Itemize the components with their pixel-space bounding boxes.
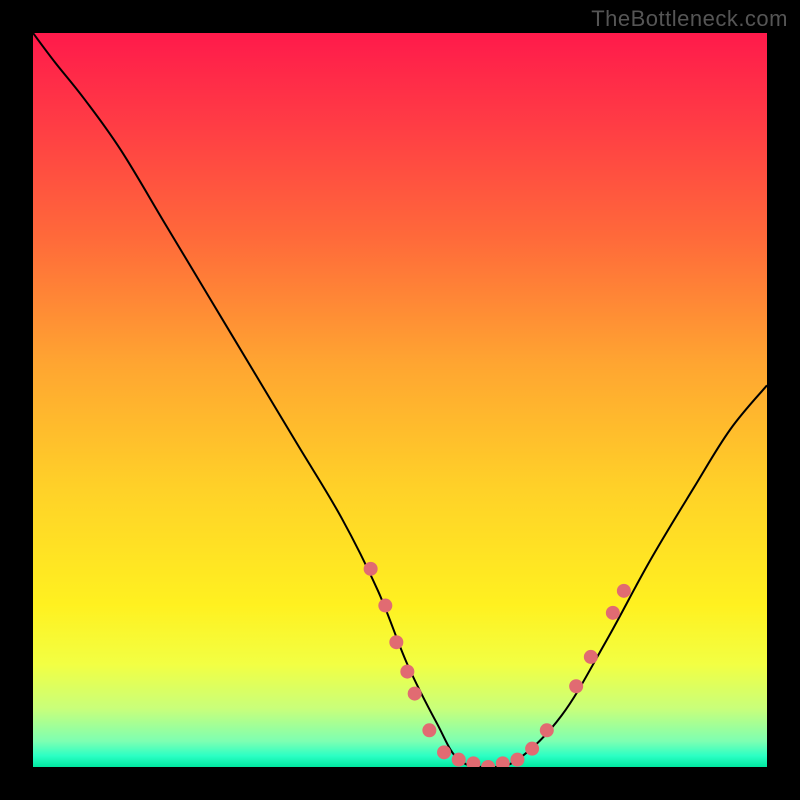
highlight-dot	[378, 599, 392, 613]
highlight-dot	[389, 635, 403, 649]
highlight-dot	[408, 687, 422, 701]
highlight-dot	[540, 723, 554, 737]
highlight-dot	[617, 584, 631, 598]
highlight-dot	[496, 756, 510, 767]
watermark-text: TheBottleneck.com	[591, 6, 788, 32]
highlight-dot	[422, 723, 436, 737]
highlight-dot	[606, 606, 620, 620]
highlight-dot	[525, 742, 539, 756]
bottleneck-curve	[33, 33, 767, 767]
curve-layer	[33, 33, 767, 767]
highlight-dot	[466, 756, 480, 767]
highlight-dot	[437, 745, 451, 759]
highlight-dot	[510, 753, 524, 767]
highlight-dot	[364, 562, 378, 576]
highlight-dot	[452, 753, 466, 767]
highlight-dots	[364, 562, 631, 767]
plot-area	[33, 33, 767, 767]
highlight-dot	[569, 679, 583, 693]
highlight-dot	[481, 760, 495, 767]
highlight-dot	[400, 665, 414, 679]
highlight-dot	[584, 650, 598, 664]
chart-container: TheBottleneck.com	[0, 0, 800, 800]
